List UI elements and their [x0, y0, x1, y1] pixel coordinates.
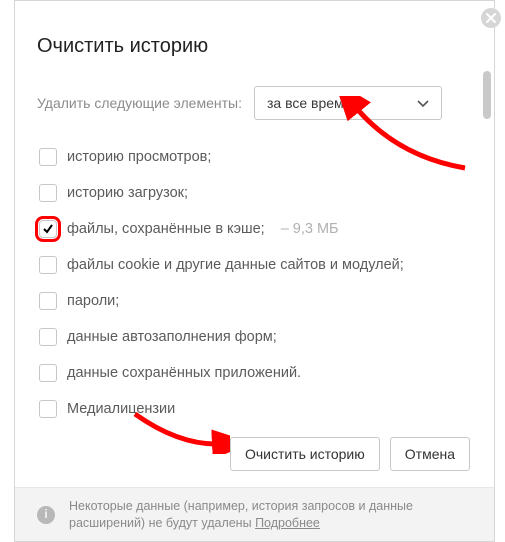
more-link[interactable]: Подробнее: [255, 516, 320, 530]
cancel-label: Отмена: [405, 446, 455, 462]
clear-history-dialog: Очистить историю Удалить следующие элеме…: [14, 0, 495, 542]
footer-text-wrap: Некоторые данные (например, история запр…: [69, 498, 472, 532]
option-size: – 9,3 МБ: [281, 221, 339, 237]
option-row[interactable]: файлы cookie и другие данные сайтов и мо…: [39, 256, 472, 274]
option-label: данные сохранённых приложений.: [67, 365, 301, 381]
option-row[interactable]: файлы, сохранённые в кэше; – 9,3 МБ: [39, 220, 472, 238]
chevron-down-icon: [417, 95, 429, 111]
option-label: файлы, сохранённые в кэше;: [67, 221, 265, 237]
footer-text: Некоторые данные (например, история запр…: [69, 499, 413, 530]
dialog-title: Очистить историю: [37, 35, 472, 58]
checkbox[interactable]: [39, 184, 57, 202]
option-label: пароли;: [67, 293, 119, 309]
check-icon: [42, 223, 54, 235]
options-list: историю просмотров; историю загрузок; файл…: [39, 148, 472, 418]
clear-history-button[interactable]: Очистить историю: [230, 437, 380, 471]
checkbox[interactable]: [39, 220, 57, 238]
checkbox[interactable]: [39, 364, 57, 382]
time-range-select[interactable]: за все время: [254, 86, 442, 120]
footer-note: i Некоторые данные (например, история за…: [15, 487, 494, 541]
close-button[interactable]: [481, 8, 501, 28]
option-label: файлы cookie и другие данные сайтов и мо…: [67, 257, 404, 273]
info-icon: i: [37, 506, 55, 524]
option-row[interactable]: пароли;: [39, 292, 472, 310]
time-range-value: за все время: [267, 95, 351, 111]
cancel-button[interactable]: Отмена: [390, 437, 470, 471]
scrollbar-thumb[interactable]: [483, 71, 491, 119]
option-label: историю загрузок;: [67, 185, 188, 201]
option-label: историю просмотров;: [67, 149, 211, 165]
scrollbar[interactable]: [483, 71, 491, 467]
checkbox[interactable]: [39, 256, 57, 274]
option-row[interactable]: данные автозаполнения форм;: [39, 328, 472, 346]
option-row[interactable]: Медиалицензии: [39, 400, 472, 418]
option-label: Медиалицензии: [67, 401, 175, 417]
option-row[interactable]: историю загрузок;: [39, 184, 472, 202]
option-label: данные автозаполнения форм;: [67, 329, 277, 345]
option-row[interactable]: историю просмотров;: [39, 148, 472, 166]
checkbox[interactable]: [39, 400, 57, 418]
checkbox[interactable]: [39, 148, 57, 166]
close-icon: [486, 13, 496, 23]
checkbox[interactable]: [39, 292, 57, 310]
delete-label: Удалить следующие элементы:: [37, 95, 242, 111]
clear-history-label: Очистить историю: [245, 446, 365, 462]
option-row[interactable]: данные сохранённых приложений.: [39, 364, 472, 382]
checkbox[interactable]: [39, 328, 57, 346]
